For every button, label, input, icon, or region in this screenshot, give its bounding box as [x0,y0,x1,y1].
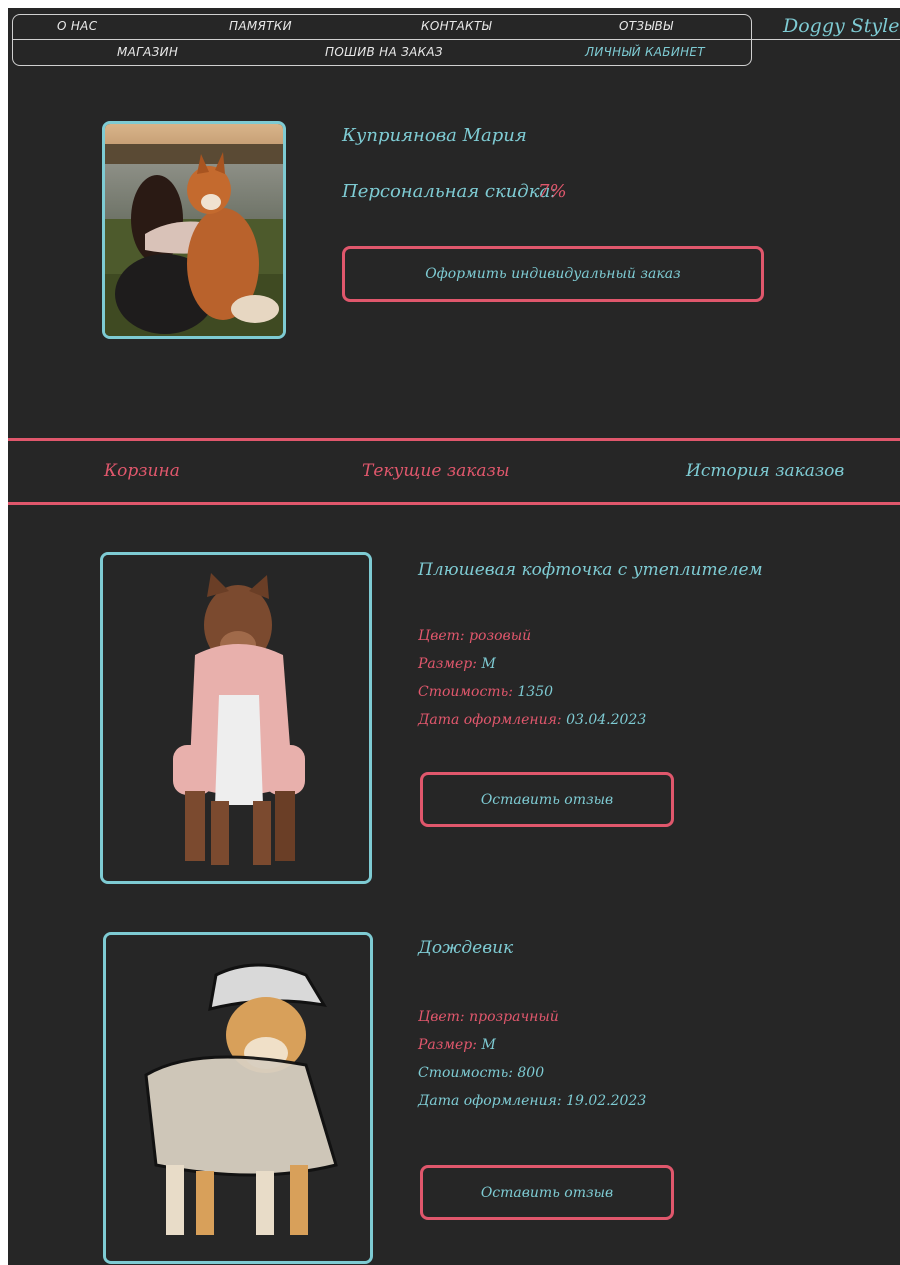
order-2-review-button[interactable]: Оставить отзыв [420,1165,674,1220]
nav-account[interactable]: ЛИЧНЫЙ КАБИНЕТ [585,45,705,59]
order-2-title: Дождевик [418,938,514,958]
order-1-price-value: 1350 [517,684,554,700]
order-2-review-button-label: Оставить отзыв [480,1184,614,1201]
order-2-image [106,935,370,1261]
order-2-date-label: Дата оформления: [418,1093,562,1109]
brand-logo[interactable]: Doggy Style [783,15,899,37]
order-1-color-label: Цвет: [418,628,465,644]
order-2-color-label: Цвет: [418,1009,465,1025]
order-1-title: Плюшевая кофточка с утеплителем [418,560,763,580]
order-1-size-value: M [481,656,496,672]
main-nav: О НАС ПАМЯТКИ КОНТАКТЫ ОТЗЫВЫ МАГАЗИН ПО… [12,14,752,66]
nav-shop[interactable]: МАГАЗИН [117,45,178,59]
profile-photo-image [105,124,283,336]
order-2-size-value: M [481,1037,496,1053]
page: О НАС ПАМЯТКИ КОНТАКТЫ ОТЗЫВЫ МАГАЗИН ПО… [8,8,900,1265]
order-1-price-label: Стоимость: [418,684,513,700]
order-1-review-button[interactable]: Оставить отзыв [420,772,674,827]
order-1-photo [100,552,372,884]
brand-underline [752,39,900,40]
nav-memos[interactable]: ПАМЯТКИ [229,19,292,33]
user-name: Куприянова Мария [342,125,527,146]
order-1-image [103,555,369,881]
order-2-price-value: 800 [517,1065,545,1081]
order-1-date-label: Дата оформления: [418,712,562,728]
order-1-date: Дата оформления: 03.04.2023 [418,712,646,728]
order-2-photo [103,932,373,1264]
tabs-top-line [8,438,900,441]
order-2-size: Размер: M [418,1037,496,1053]
order-2-price: Стоимость: 800 [418,1065,544,1081]
order-2-color: Цвет: прозрачный [418,1009,559,1025]
order-1-color: Цвет: розовый [418,628,531,644]
discount-value: 7% [538,181,567,202]
order-1-size: Размер: M [418,656,496,672]
order-2-date-value: 19.02.2023 [566,1093,647,1109]
order-2-date: Дата оформления: 19.02.2023 [418,1093,646,1109]
order-2-size-label: Размер: [418,1037,477,1053]
tabs-bottom-line [8,502,900,505]
order-1-review-button-label: Оставить отзыв [480,791,614,808]
order-1-date-value: 03.04.2023 [566,712,647,728]
order-1-price: Стоимость: 1350 [418,684,553,700]
discount-label: Персональная скидка: [342,181,557,202]
order-2-price-label: Стоимость: [418,1065,513,1081]
order-2-color-value: прозрачный [469,1009,559,1025]
nav-contacts[interactable]: КОНТАКТЫ [421,19,492,33]
tab-cart[interactable]: Корзина [104,461,180,481]
individual-order-button-label: Оформить индивидуальный заказ [425,266,681,282]
tab-order-history[interactable]: История заказов [686,461,844,481]
individual-order-button[interactable]: Оформить индивидуальный заказ [342,246,764,302]
nav-reviews[interactable]: ОТЗЫВЫ [619,19,673,33]
profile-photo [102,121,286,339]
tab-current-orders[interactable]: Текущие заказы [362,461,510,481]
nav-custom-tailoring[interactable]: ПОШИВ НА ЗАКАЗ [325,45,443,59]
order-1-size-label: Размер: [418,656,477,672]
nav-about[interactable]: О НАС [57,19,97,33]
order-1-color-value: розовый [469,628,532,644]
nav-divider [13,39,751,40]
